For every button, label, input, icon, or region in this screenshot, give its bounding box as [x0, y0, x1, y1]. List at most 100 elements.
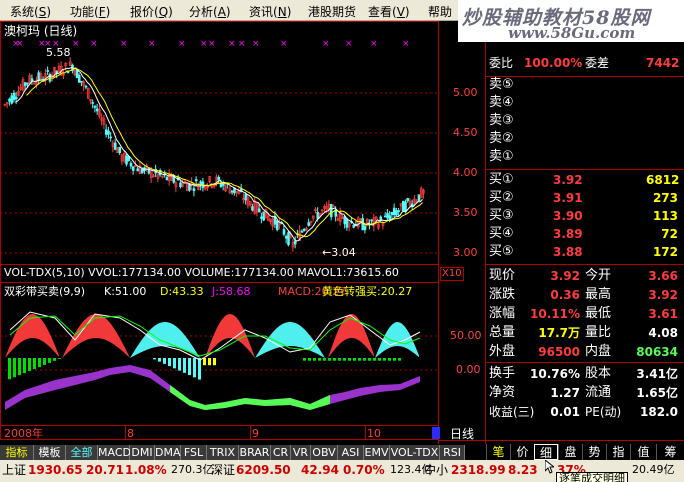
histogram-bar: [213, 358, 216, 366]
period-label[interactable]: 日线: [450, 427, 474, 441]
tab-dmi[interactable]: DMI: [130, 445, 155, 460]
buy-4-volume: 72: [661, 227, 678, 241]
tab-rsi[interactable]: RSI: [440, 445, 465, 460]
candle-body: [91, 102, 95, 104]
tab-tick[interactable]: 笔: [486, 444, 510, 460]
buy-5-volume: 172: [652, 245, 678, 259]
candle-body: [244, 193, 248, 201]
ribbon-band: [62, 314, 130, 358]
histogram-bar: [8, 358, 11, 380]
tab-vol-tdx[interactable]: VOL-TDX: [390, 445, 440, 460]
stat-label: 收益(三): [489, 405, 535, 419]
buy-marker-icon: ×: [280, 39, 288, 49]
candle-body: [107, 130, 110, 135]
volume-indicator-header: VOL-TDX(5,10) VVOL:177134.00 VOLUME:1771…: [4, 266, 399, 279]
tab-vr[interactable]: VR: [291, 445, 311, 460]
tab-emv[interactable]: EMV: [364, 445, 390, 460]
histogram-bar: [158, 358, 161, 362]
candle-body: [95, 108, 99, 112]
histogram-bar: [208, 358, 211, 366]
sh-change: 20.71: [86, 463, 124, 477]
candle-body: [370, 219, 374, 222]
tab-trix[interactable]: TRIX: [207, 445, 239, 460]
buy-marker-icon: ×: [345, 39, 353, 49]
sell-4-label: 卖④: [489, 95, 514, 110]
tab-index[interactable]: 指: [606, 444, 630, 460]
chart-canvas[interactable]: ×× ×× × × × × × × × × × × × × × × × ×: [0, 0, 684, 482]
buy-marker-icon: ×: [90, 39, 98, 49]
tab-price[interactable]: 价: [510, 444, 534, 460]
stat-label: 股本: [585, 366, 612, 381]
tab-template[interactable]: 模板: [34, 445, 66, 460]
low-price-label: ←3.04: [322, 246, 356, 259]
sell-2-label: 卖②: [489, 131, 514, 146]
candle-body: [329, 204, 333, 218]
histogram-bar: [318, 358, 321, 361]
stat-label: 外盘: [489, 344, 516, 359]
ribbon-band: [130, 322, 200, 358]
histogram-bar: [153, 358, 156, 360]
tab-obv[interactable]: OBV: [311, 445, 338, 460]
turnover-rate: 10.76%: [530, 367, 580, 381]
stat-label: 流通: [585, 385, 612, 400]
stat-label: 涨幅: [489, 306, 516, 321]
tab-indicator[interactable]: 指标: [0, 445, 34, 460]
candle-body: [129, 162, 133, 167]
candle-body: [345, 218, 349, 228]
sz-label: 深证: [211, 463, 236, 477]
scroll-handle[interactable]: [432, 427, 440, 439]
candle-body: [77, 75, 81, 83]
histogram-bar: [198, 358, 201, 380]
signal-markers: ×× ×× × × × × × × × × × × × × × × × ×: [12, 39, 410, 49]
candle-body: [219, 183, 223, 187]
candle-body: [316, 212, 320, 219]
candle-body: [55, 70, 59, 74]
tab-cr[interactable]: CR: [271, 445, 291, 460]
candle-body: [109, 136, 113, 139]
stat-label: 最低: [585, 306, 612, 321]
tab-macd[interactable]: MACD: [98, 445, 131, 460]
candle-body: [23, 82, 27, 86]
histogram-bar: [323, 358, 326, 361]
lower-ribbon-highlight: [170, 385, 330, 410]
tab-dma[interactable]: DMA: [155, 445, 181, 460]
histogram-bar: [178, 358, 181, 371]
candle-body: [136, 168, 140, 172]
sh-label: 上证: [2, 463, 27, 477]
tab-value[interactable]: 值: [630, 444, 656, 460]
candle-body: [194, 179, 198, 182]
tab-brar[interactable]: BRAR: [239, 445, 271, 460]
buy-2-volume: 273: [652, 191, 678, 205]
candle-body: [383, 215, 387, 218]
candle-body: [125, 155, 128, 165]
histogram-bar: [203, 358, 206, 366]
stat-label: 最高: [585, 287, 612, 302]
candle-body: [352, 224, 356, 228]
x10-scale-button[interactable]: X10: [440, 267, 464, 281]
histogram-bar: [13, 358, 16, 378]
candle-body: [179, 182, 182, 188]
buy-5-label: 买⑤: [489, 244, 514, 259]
tab-all[interactable]: 全部: [66, 445, 98, 460]
tab-detail[interactable]: 细: [534, 444, 558, 460]
tab-trend[interactable]: 势: [582, 444, 606, 460]
histogram-bar: [398, 358, 401, 361]
histogram-bar: [48, 358, 51, 363]
tab-asi[interactable]: ASI: [338, 445, 364, 460]
histogram-bar: [53, 358, 56, 361]
high-price: 3.92: [648, 288, 678, 302]
buy-marker-icon: ×: [322, 39, 330, 49]
tab-board[interactable]: 盘: [558, 444, 582, 460]
candle-body: [37, 72, 41, 82]
tab-chips[interactable]: 筹: [656, 444, 684, 460]
zx-label: 中小: [424, 463, 449, 477]
price-change: 0.36: [550, 288, 580, 302]
price-tick: 3.50: [453, 206, 478, 219]
sh-index: 1930.65: [28, 463, 83, 477]
stat-label: 涨跌: [489, 287, 516, 302]
sz-change: 42.94: [301, 463, 339, 477]
indicator-yellow-signal: 黄色转强买:20.27: [322, 285, 413, 298]
tab-fsl[interactable]: FSL: [181, 445, 207, 460]
stat-label: 量比: [585, 325, 612, 340]
candle-body: [284, 236, 288, 239]
